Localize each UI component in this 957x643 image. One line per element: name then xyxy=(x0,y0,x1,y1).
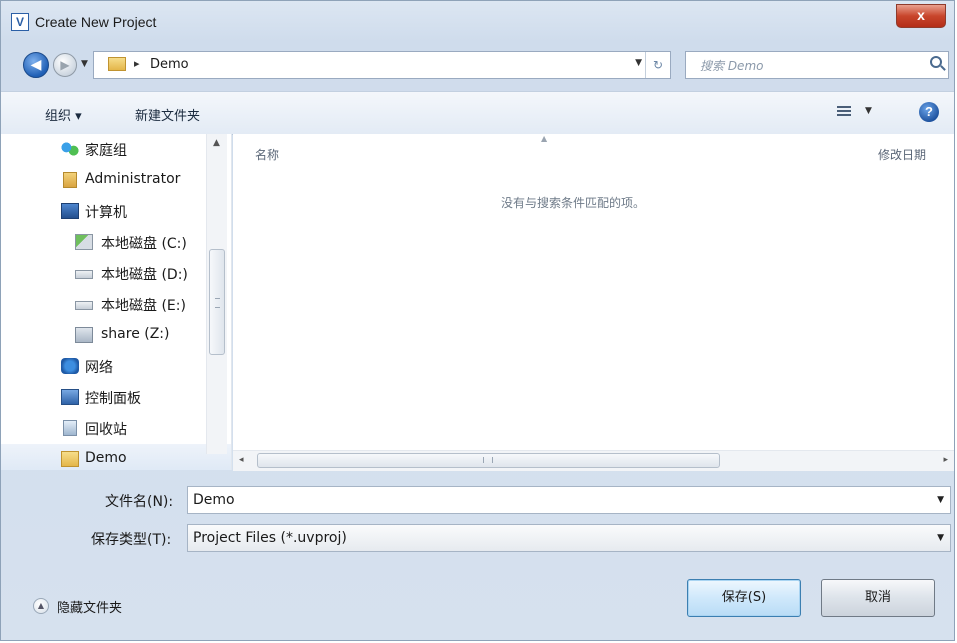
help-icon[interactable]: ? xyxy=(919,102,939,122)
scroll-left-icon[interactable]: ◂ xyxy=(239,455,244,465)
sidebar-item-label: 计算机 xyxy=(85,205,127,221)
column-header-name[interactable]: 名称 xyxy=(255,146,279,163)
filetype-dropdown-icon[interactable]: ▼ xyxy=(937,533,944,543)
forward-button[interactable]: ▶ xyxy=(53,53,77,77)
collapse-icon[interactable]: ▲ xyxy=(33,598,49,614)
address-dropdown-icon[interactable]: ▼ xyxy=(635,58,642,68)
empty-results-message: 没有与搜索条件匹配的项。 xyxy=(501,196,646,210)
view-dropdown-icon[interactable]: ▼ xyxy=(865,106,872,116)
organize-menu-button[interactable]: 组织 ▾ xyxy=(45,105,82,124)
sidebar-item-label: share (Z:) xyxy=(101,326,170,342)
filename-dropdown-icon[interactable]: ▼ xyxy=(937,495,944,505)
breadcrumb-arrow-icon[interactable]: ▸ xyxy=(134,57,140,70)
search-icon[interactable] xyxy=(930,56,942,68)
sidebar-item-label: 控制面板 xyxy=(85,391,141,407)
sidebar-item-demo[interactable]: Demo xyxy=(1,444,231,470)
scroll-right-icon[interactable]: ▸ xyxy=(943,455,948,465)
back-button[interactable]: ◀ xyxy=(23,52,49,78)
network-drive-icon xyxy=(75,327,93,343)
save-button[interactable]: 保存(S) xyxy=(687,579,801,617)
sidebar-scroll-thumb[interactable] xyxy=(209,249,225,355)
history-dropdown-icon[interactable]: ▼ xyxy=(81,59,88,69)
hard-drive-icon xyxy=(75,301,93,310)
sidebar-item-drive-c[interactable]: 本地磁盘 (C:) xyxy=(1,227,206,257)
filename-value[interactable]: Demo xyxy=(193,492,235,508)
sidebar-item-administrator[interactable]: Administrator xyxy=(1,165,206,195)
sidebar-item-label: 回收站 xyxy=(85,422,127,438)
sidebar-item-label: Demo xyxy=(85,450,127,466)
search-placeholder: 搜索 Demo xyxy=(700,59,764,73)
hide-folders-label[interactable]: 隐藏文件夹 xyxy=(57,597,122,616)
app-icon: V xyxy=(11,13,29,31)
sidebar-item-label: 网络 xyxy=(85,360,113,376)
filetype-select[interactable]: Project Files (*.uvproj) ▼ xyxy=(187,524,951,552)
command-toolbar: 组织 ▾ 新建文件夹 ▼ ? xyxy=(1,91,954,135)
file-list[interactable]: ▲ 名称 修改日期 没有与搜索条件匹配的项。 xyxy=(233,134,954,450)
sidebar-item-recycle-bin[interactable]: 回收站 xyxy=(1,413,206,443)
scroll-up-icon[interactable]: ▲ xyxy=(213,138,220,148)
sidebar-item-drive-d[interactable]: 本地磁盘 (D:) xyxy=(1,258,206,288)
sidebar-item-homegroup[interactable]: 家庭组 xyxy=(1,134,206,164)
sidebar-item-label: 家庭组 xyxy=(85,143,127,159)
navigation-pane: 家庭组 Administrator 计算机 本地磁盘 (C:) 本地磁盘 (D:… xyxy=(1,134,232,470)
cancel-button[interactable]: 取消 xyxy=(821,579,935,617)
filetype-label: 保存类型(T): xyxy=(91,532,172,548)
close-button[interactable]: x xyxy=(896,4,946,28)
sidebar-scrollbar[interactable]: ▲ xyxy=(206,134,227,454)
folder-icon xyxy=(108,57,126,71)
horizontal-scrollbar[interactable]: ◂ ▸ xyxy=(233,450,954,471)
folder-icon xyxy=(61,451,79,467)
title-bar: V Create New Project x xyxy=(1,1,954,43)
system-drive-icon xyxy=(75,234,93,250)
save-dialog: V Create New Project x ◀ ▶ ▼ ▸ Demo ▼ ↻ … xyxy=(0,0,955,641)
user-folder-icon xyxy=(63,172,77,188)
horizontal-scroll-thumb[interactable] xyxy=(257,453,720,468)
navigation-bar: ◀ ▶ ▼ ▸ Demo ▼ ↻ 搜索 Demo xyxy=(1,45,954,85)
sidebar-item-label: 本地磁盘 (D:) xyxy=(101,267,188,283)
hard-drive-icon xyxy=(75,270,93,279)
new-folder-button[interactable]: 新建文件夹 xyxy=(135,105,200,124)
recycle-bin-icon xyxy=(63,420,77,436)
filetype-value[interactable]: Project Files (*.uvproj) xyxy=(193,530,347,546)
sidebar-item-label: Administrator xyxy=(85,171,181,187)
address-bar[interactable]: ▸ Demo ▼ ↻ xyxy=(93,51,671,79)
homegroup-icon xyxy=(61,141,79,157)
refresh-icon[interactable]: ↻ xyxy=(645,52,670,78)
column-header-date-modified[interactable]: 修改日期 xyxy=(878,146,926,163)
breadcrumb-demo[interactable]: Demo xyxy=(150,57,189,72)
sidebar-item-network[interactable]: 网络 xyxy=(1,351,206,381)
network-icon xyxy=(61,358,79,374)
sidebar-item-label: 本地磁盘 (E:) xyxy=(101,298,186,314)
filename-label: 文件名(N): xyxy=(105,494,174,510)
sidebar-item-label: 本地磁盘 (C:) xyxy=(101,236,187,252)
computer-icon xyxy=(61,203,79,219)
sidebar-item-share-z[interactable]: share (Z:) xyxy=(1,320,206,350)
view-options-icon[interactable] xyxy=(837,104,851,118)
search-input[interactable]: 搜索 Demo xyxy=(685,51,949,79)
sidebar-item-computer[interactable]: 计算机 xyxy=(1,196,206,226)
filename-input[interactable]: Demo ▼ xyxy=(187,486,951,514)
sidebar-item-control-panel[interactable]: 控制面板 xyxy=(1,382,206,412)
sort-indicator-icon: ▲ xyxy=(541,134,548,143)
sidebar-item-drive-e[interactable]: 本地磁盘 (E:) xyxy=(1,289,206,319)
window-title: Create New Project xyxy=(35,14,157,30)
control-panel-icon xyxy=(61,389,79,405)
